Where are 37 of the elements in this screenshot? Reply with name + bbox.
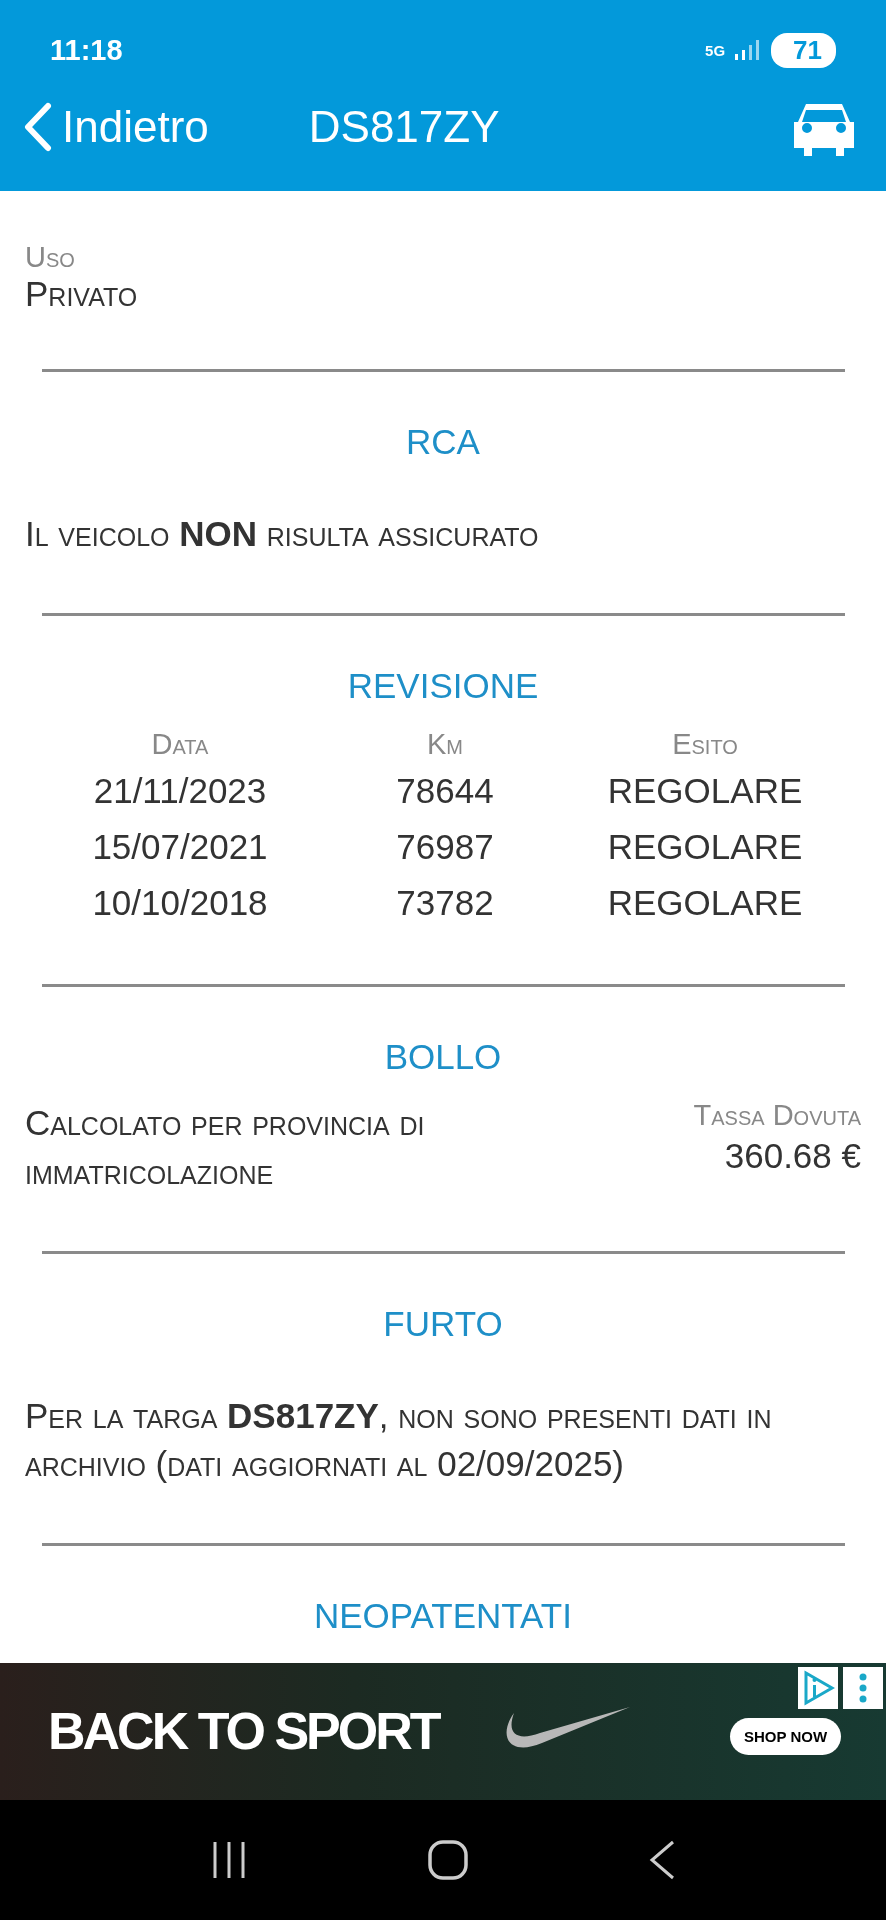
section-title: REVISIONE [347, 666, 539, 707]
table-cell-text: 21/11/2023 [93, 770, 267, 813]
page-title: DS817ZY [308, 102, 501, 152]
table-cell-text: REGOLARE [607, 770, 803, 813]
amount-label: Tassa Dovuta [693, 1099, 861, 1133]
table-cell-text: 76987 [396, 826, 494, 869]
section-title: FURTO [383, 1303, 503, 1344]
ad-info-icon[interactable] [798, 1667, 838, 1709]
section-title: RCA [406, 422, 480, 462]
ad-headline: BACK TO SPORT [48, 1701, 439, 1761]
network-label: 5G [705, 41, 726, 59]
table-cell-text: 78644 [396, 770, 494, 813]
more-icon[interactable] [843, 1667, 883, 1709]
section-text: Calcolato per provincia di immatricolazione [25, 1102, 426, 1193]
status-time: 11:18 [50, 33, 123, 67]
shop-now-button[interactable]: SHOP NOW [730, 1718, 842, 1755]
section-text: Il veicolo NON risulta assicurato [25, 513, 540, 555]
battery-level: 71 [771, 32, 836, 68]
section-text: Per la targa DS817ZY, non sono presenti dati in archivio (dati aggiornati al 02/09/2025) [25, 1394, 773, 1486]
table-cell-text: 73782 [396, 882, 494, 925]
column-header: Data [151, 728, 209, 762]
chevron-left-icon [22, 102, 52, 152]
back-icon[interactable] [647, 1839, 677, 1881]
section-title: BOLLO [384, 1037, 502, 1078]
signal-icon [735, 39, 762, 61]
table-cell-text: 10/10/2018 [92, 882, 268, 925]
usage-label: Uso [25, 241, 76, 274]
home-icon[interactable] [427, 1839, 469, 1881]
section-title: NEOPATENTATI [314, 1596, 572, 1637]
column-header: Esito [672, 728, 738, 762]
table-cell-text: 15/07/2021 [92, 826, 268, 869]
table-cell-text: REGOLARE [607, 882, 803, 925]
table-cell-text: REGOLARE [607, 826, 803, 869]
column-header: Km [427, 728, 463, 762]
usage-value: Privato [25, 274, 139, 314]
ad-banner[interactable]: BACK TO SPORT SHOP NOW [0, 1663, 886, 1800]
amount-value: 360.68 € [724, 1136, 861, 1177]
